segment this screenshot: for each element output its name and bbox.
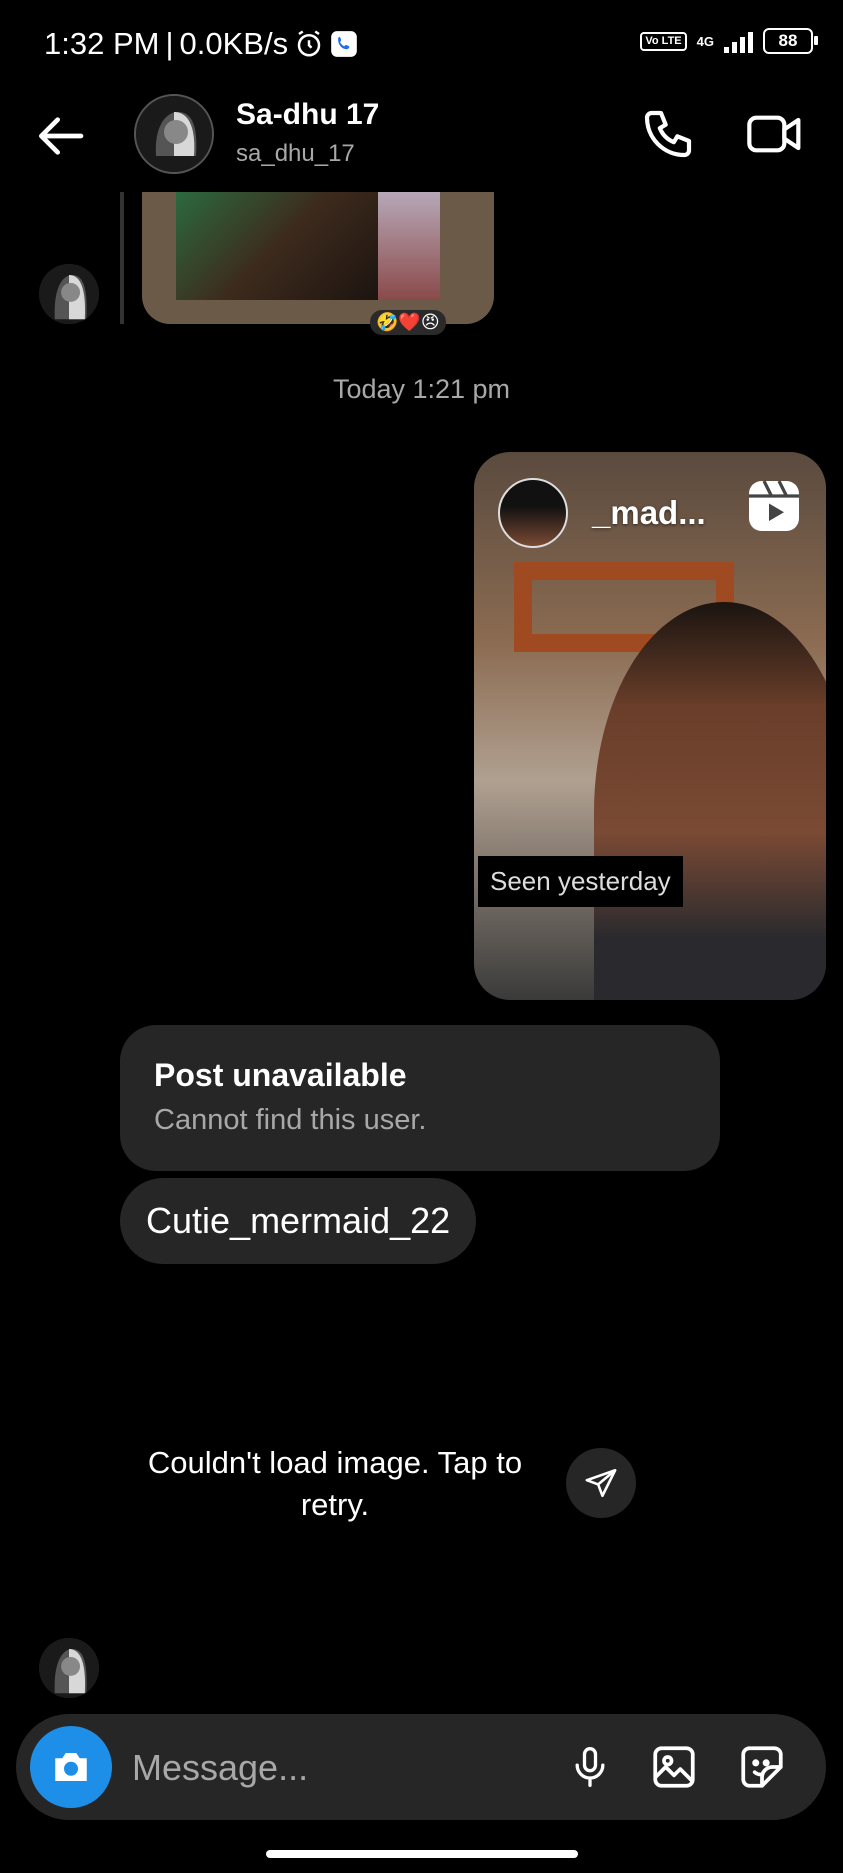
message-reactions[interactable]: 🤣❤️😠 — [370, 310, 446, 335]
sticker-icon — [741, 1746, 783, 1788]
contact-name[interactable]: Sa-dhu 17 — [236, 98, 379, 132]
gallery-button[interactable] — [644, 1737, 704, 1797]
camera-button[interactable] — [30, 1726, 112, 1808]
message-input[interactable] — [130, 1738, 554, 1798]
network-speed: 0.0KB/s — [179, 26, 289, 61]
phone-icon[interactable] — [640, 106, 696, 162]
contact-username[interactable]: sa_dhu_17 — [236, 140, 355, 168]
sticker-button[interactable] — [732, 1737, 792, 1797]
post-unavailable-subtitle: Cannot find this user. — [154, 1104, 427, 1136]
thread-timestamp: Today 1:21 pm — [332, 374, 511, 404]
shared-post-thumbnail[interactable] — [142, 192, 494, 324]
sender-avatar[interactable] — [39, 1638, 99, 1698]
signal-icon — [724, 29, 753, 53]
gallery-icon — [653, 1746, 695, 1788]
network-type: 4G — [696, 33, 714, 49]
post-image-secondary — [378, 192, 440, 300]
reel-subject — [594, 602, 826, 1000]
share-button[interactable] — [566, 1448, 636, 1518]
reel-author-username: _mad... — [592, 494, 706, 531]
status-separator: | — [165, 26, 174, 61]
post-unavailable-title: Post unavailable — [154, 1057, 407, 1093]
post-image — [176, 192, 380, 300]
voice-message-button[interactable] — [560, 1737, 620, 1797]
message-bubble[interactable]: Cutie_mermaid_22 — [120, 1178, 477, 1264]
status-time: 1:32 PM — [44, 26, 160, 61]
contact-avatar[interactable] — [134, 94, 214, 174]
camera-icon — [55, 1753, 87, 1781]
avatar-image — [136, 96, 212, 172]
seen-status: Seen yesterday — [478, 856, 683, 907]
microphone-icon — [575, 1747, 605, 1787]
image-load-error[interactable]: Couldn't load image. Tap to retry. — [110, 1442, 560, 1526]
battery-icon: 88 — [763, 28, 818, 54]
send-icon — [585, 1468, 617, 1498]
sender-avatar[interactable] — [39, 264, 99, 324]
reels-icon — [749, 480, 799, 531]
reply-divider — [120, 192, 124, 324]
post-unavailable-bubble[interactable]: Post unavailable Cannot find this user. — [120, 1025, 720, 1171]
video-camera-icon[interactable] — [744, 106, 806, 162]
status-bar-right: Vo LTE 4G 88 — [640, 28, 818, 54]
battery-level: 88 — [778, 31, 798, 50]
back-arrow-icon[interactable] — [32, 108, 88, 164]
alarm-icon — [297, 30, 321, 57]
reel-author-avatar — [498, 478, 568, 548]
shared-reel[interactable]: _mad... Seen yesterday — [474, 452, 826, 1000]
volte-badge: Vo LTE — [640, 31, 687, 51]
avatar-image — [39, 264, 99, 324]
call-notification-icon — [331, 31, 357, 57]
status-bar-left: 1:32 PM | 0.0KB/s — [44, 26, 358, 62]
home-indicator[interactable] — [266, 1850, 578, 1858]
avatar-image — [39, 1638, 99, 1698]
reel-header: _mad... — [498, 478, 706, 548]
